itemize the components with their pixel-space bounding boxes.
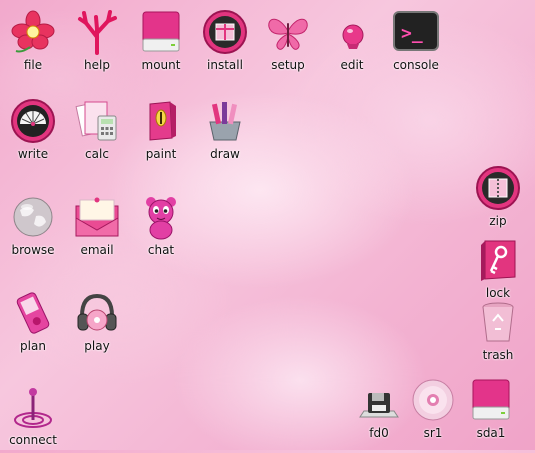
trash-can-icon [473, 298, 523, 346]
plan-desktop-icon[interactable]: plan [3, 289, 63, 359]
draw-desktop-icon[interactable]: draw [195, 97, 255, 167]
zip-desktop-icon[interactable]: zip [468, 164, 528, 234]
icon-label: paint [145, 147, 177, 161]
help-desktop-icon[interactable]: help [67, 8, 127, 78]
globe-icon [8, 193, 58, 241]
chat-desktop-icon[interactable]: chat [131, 193, 191, 263]
archive-badge-icon [473, 164, 523, 212]
brushes-icon [200, 97, 250, 145]
calc-desktop-icon[interactable]: calc [67, 97, 127, 167]
icon-label: mount [141, 58, 181, 72]
hard-drive-icon [466, 376, 516, 424]
install-desktop-icon[interactable]: install [195, 8, 255, 78]
calculator-icon [72, 97, 122, 145]
butterfly-icon [263, 8, 313, 56]
browse-desktop-icon[interactable]: browse [3, 193, 63, 263]
mount-desktop-icon[interactable]: mount [131, 8, 191, 78]
icon-label: zip [489, 214, 507, 228]
package-badge-icon [200, 8, 250, 56]
icon-label: edit [340, 58, 364, 72]
icon-label: fd0 [369, 426, 389, 440]
icon-label: draw [210, 147, 240, 161]
connect-desktop-icon[interactable]: connect [3, 383, 63, 453]
icon-label: setup [271, 58, 305, 72]
envelope-icon [72, 193, 122, 241]
edit-desktop-icon[interactable]: edit [322, 8, 382, 78]
console-prompt: >_ [401, 23, 423, 44]
email-desktop-icon[interactable]: email [67, 193, 127, 263]
pink-blob-icon [327, 8, 377, 56]
floppy-disk-icon [354, 376, 404, 424]
teddy-bear-icon [136, 193, 186, 241]
cd-disc-icon [408, 376, 458, 424]
coral-icon [72, 8, 122, 56]
icon-label: write [17, 147, 49, 161]
headphones-icon [72, 289, 122, 337]
icon-label: email [80, 243, 114, 257]
write-desktop-icon[interactable]: write [3, 97, 63, 167]
file-desktop-icon[interactable]: file [3, 8, 63, 78]
fd0-desktop-icon[interactable]: fd0 [349, 376, 409, 446]
console-desktop-icon[interactable]: >_ console [386, 8, 446, 78]
hard-drive-icon [136, 8, 186, 56]
key-icon [473, 236, 523, 284]
paint-can-icon [136, 97, 186, 145]
lock-desktop-icon[interactable]: lock [468, 236, 528, 306]
icon-label: help [84, 58, 110, 72]
icon-label: play [84, 339, 110, 353]
flower-icon [8, 8, 58, 56]
icon-label: chat [147, 243, 175, 257]
icon-label: sr1 [423, 426, 443, 440]
paint-desktop-icon[interactable]: paint [131, 97, 191, 167]
icon-label: sda1 [476, 426, 506, 440]
pda-icon [8, 289, 58, 337]
trash-desktop-icon[interactable]: trash [468, 298, 528, 368]
icon-label: browse [11, 243, 55, 257]
setup-desktop-icon[interactable]: setup [258, 8, 318, 78]
play-desktop-icon[interactable]: play [67, 289, 127, 359]
fan-badge-icon [8, 97, 58, 145]
icon-label: plan [20, 339, 46, 353]
sda1-desktop-icon[interactable]: sda1 [461, 376, 521, 446]
antenna-icon [8, 383, 58, 431]
icon-label: calc [85, 147, 109, 161]
icon-label: trash [482, 348, 514, 362]
icon-label: install [207, 58, 243, 72]
icon-label: connect [9, 433, 57, 447]
sr1-desktop-icon[interactable]: sr1 [403, 376, 463, 446]
terminal-icon: >_ [391, 8, 441, 56]
icon-label: file [23, 58, 43, 72]
icon-label: console [393, 58, 439, 72]
